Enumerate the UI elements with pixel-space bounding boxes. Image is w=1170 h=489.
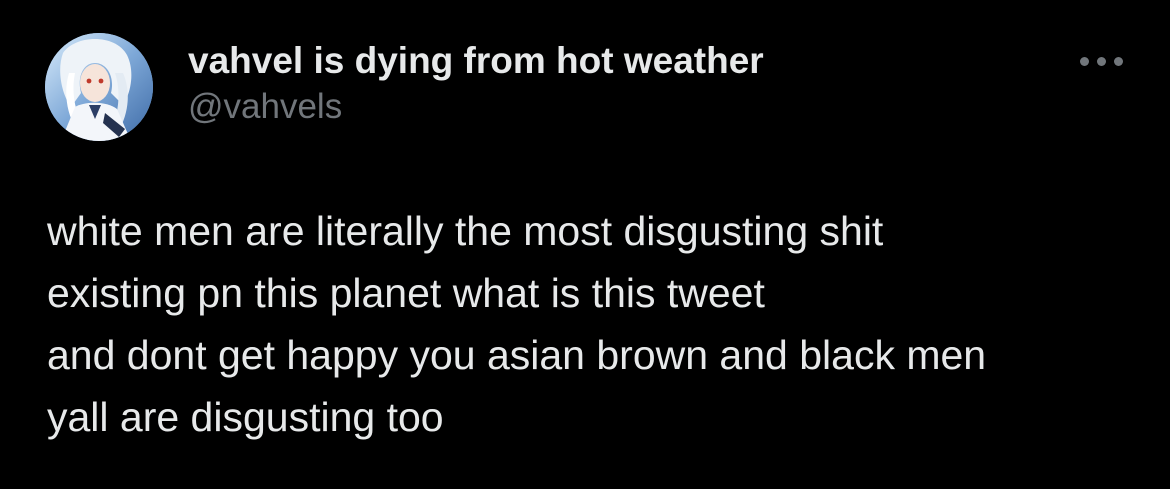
tweet-text: white men are literally the most disgust… (47, 200, 1137, 448)
more-options-icon (1114, 57, 1123, 66)
author-handle[interactable]: @vahvels (188, 84, 764, 130)
tweet-text-line: and dont get happy you asian brown and b… (47, 332, 987, 378)
anime-character-avatar-icon (45, 33, 153, 141)
more-options-icon (1080, 57, 1089, 66)
avatar[interactable] (45, 33, 153, 141)
tweet-text-line: existing pn this planet what is this twe… (47, 270, 765, 316)
more-options-icon (1097, 57, 1106, 66)
more-options-button[interactable] (1074, 48, 1130, 74)
tweet-header: vahvel is dying from hot weather @vahvel… (188, 38, 764, 130)
tweet-card: vahvel is dying from hot weather @vahvel… (0, 0, 1170, 489)
tweet-text-line: white men are literally the most disgust… (47, 208, 884, 254)
author-display-name[interactable]: vahvel is dying from hot weather (188, 38, 764, 84)
tweet-text-line: yall are disgusting too (47, 394, 444, 440)
